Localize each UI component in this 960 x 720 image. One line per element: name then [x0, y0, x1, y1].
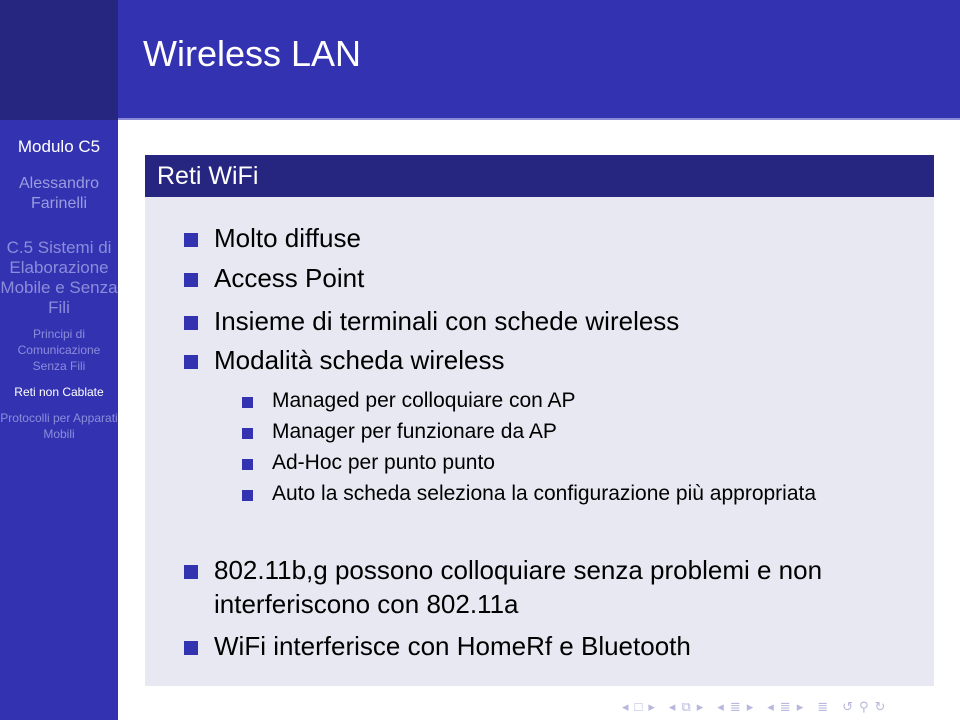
sidebar-top-corner	[0, 0, 118, 120]
beamer-navigation: ◂ □ ▸ ◂ ⧉ ▸ ◂ ≣ ▸ ◂ ≣ ▸ ≣ ↺ ⚲ ↻	[622, 697, 891, 717]
prev-subsection-icon[interactable]: ◂	[717, 697, 724, 717]
sub-bullet-icon	[242, 490, 253, 501]
bullet-icon	[184, 565, 198, 579]
sub-list-item: Auto la scheda seleziona la configurazio…	[272, 482, 817, 505]
prev-section-icon[interactable]: ◂	[767, 697, 774, 717]
bullet-icon	[184, 355, 198, 369]
frame-title: Wireless LAN	[143, 33, 362, 74]
sidebar-course[interactable]: C.5 Sistemi di Elaborazione Mobile e Sen…	[0, 238, 118, 318]
sidebar-author[interactable]: Alessandro Farinelli	[0, 174, 118, 214]
next-section-icon[interactable]: ▸	[797, 697, 804, 717]
section-icon[interactable]: ≣	[780, 697, 791, 717]
list-item: Modalità scheda wireless	[214, 345, 505, 375]
bullet-icon	[184, 641, 198, 655]
bullet-icon	[184, 233, 198, 247]
list-item: WiFi interferisce con HomeRf e Bluetooth	[214, 631, 691, 661]
bullet-icon	[184, 273, 198, 287]
sidebar-content: Modulo C5 Alessandro Farinelli C.5 Siste…	[0, 136, 118, 452]
list-item: Molto diffuse	[214, 223, 361, 253]
sub-list-item: Ad-Hoc per punto punto	[272, 451, 495, 474]
prev-frame-icon[interactable]: ◂	[669, 697, 676, 717]
list-item: 802.11b,g possono colloquiare senza prob…	[214, 555, 823, 619]
block-title: Reti WiFi	[145, 155, 934, 197]
back-icon[interactable]: ↺	[842, 697, 853, 717]
sub-list-item: Manager per funzionare da AP	[272, 420, 557, 443]
list-item: Access Point	[214, 263, 365, 293]
next-subsection-icon[interactable]: ▸	[747, 697, 754, 717]
list-item: Insieme di terminali con schede wireless	[214, 306, 680, 336]
next-frame-icon[interactable]: ▸	[697, 697, 704, 717]
sub-bullet-icon	[242, 459, 253, 470]
content-block: Reti WiFi Molto diffuse Access Point Ins…	[145, 155, 934, 686]
next-slide-icon[interactable]: ▸	[648, 697, 655, 717]
prev-slide-icon[interactable]: ◂	[622, 697, 629, 717]
sidebar-section-protocolli[interactable]: Protocolli per Apparati Mobili	[0, 410, 118, 442]
slide-icon[interactable]: □	[635, 697, 643, 717]
sidebar-module-title[interactable]: Modulo C5	[0, 136, 118, 158]
subsection-icon[interactable]: ≣	[730, 697, 741, 717]
search-icon[interactable]: ⚲	[859, 697, 869, 717]
sidebar-section-principi[interactable]: Principi di Comunicazione Senza Fili	[0, 326, 118, 374]
sub-bullet-icon	[242, 428, 253, 439]
header-divider	[118, 118, 960, 120]
sub-list-item: Managed per colloquiare con AP	[272, 389, 576, 412]
sidebar-section-reti[interactable]: Reti non Cablate	[0, 384, 118, 400]
bullet-icon	[184, 316, 198, 330]
frame-icon[interactable]: ⧉	[681, 697, 690, 717]
document-icon[interactable]: ≣	[817, 697, 828, 717]
forward-icon[interactable]: ↻	[875, 697, 886, 717]
sub-bullet-icon	[242, 397, 253, 408]
